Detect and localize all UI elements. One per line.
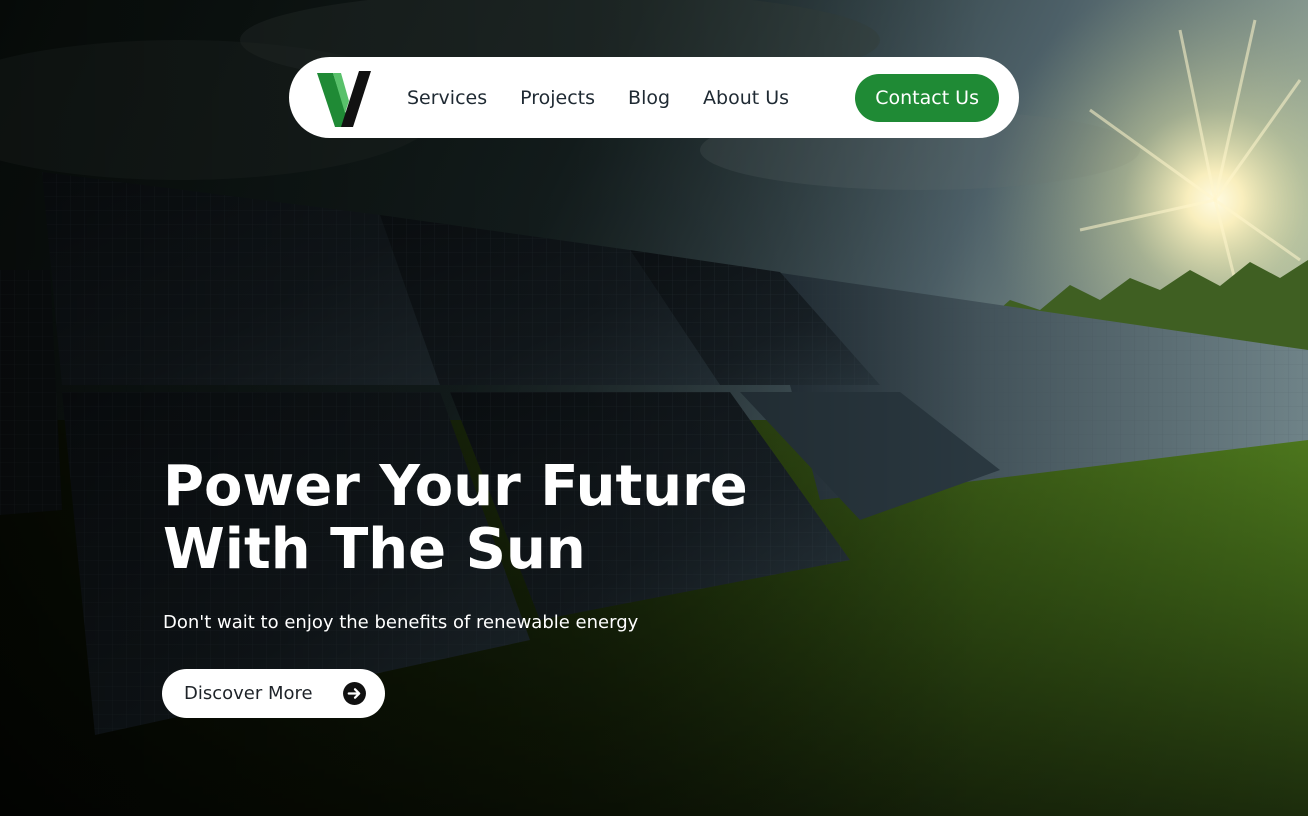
top-navigation: Services Projects Blog About Us Contact …	[289, 57, 1019, 138]
arrow-circle-right-icon	[343, 682, 366, 705]
contact-us-button[interactable]: Contact Us	[855, 73, 999, 122]
nav-link-projects[interactable]: Projects	[520, 87, 595, 109]
brand-logo-icon[interactable]	[315, 67, 371, 129]
nav-link-services[interactable]: Services	[407, 87, 487, 109]
hero-headline: Power Your Future With The Sun	[163, 455, 748, 581]
nav-link-about-us[interactable]: About Us	[703, 87, 789, 109]
nav-link-blog[interactable]: Blog	[628, 87, 670, 109]
hero-subheadline: Don't wait to enjoy the benefits of rene…	[163, 612, 639, 633]
discover-more-button[interactable]: Discover More	[162, 669, 385, 718]
hero-headline-line-1: Power Your Future	[163, 454, 748, 519]
hero-headline-line-2: With The Sun	[163, 517, 586, 582]
discover-more-label: Discover More	[184, 683, 313, 704]
hero-section: Services Projects Blog About Us Contact …	[0, 0, 1308, 816]
